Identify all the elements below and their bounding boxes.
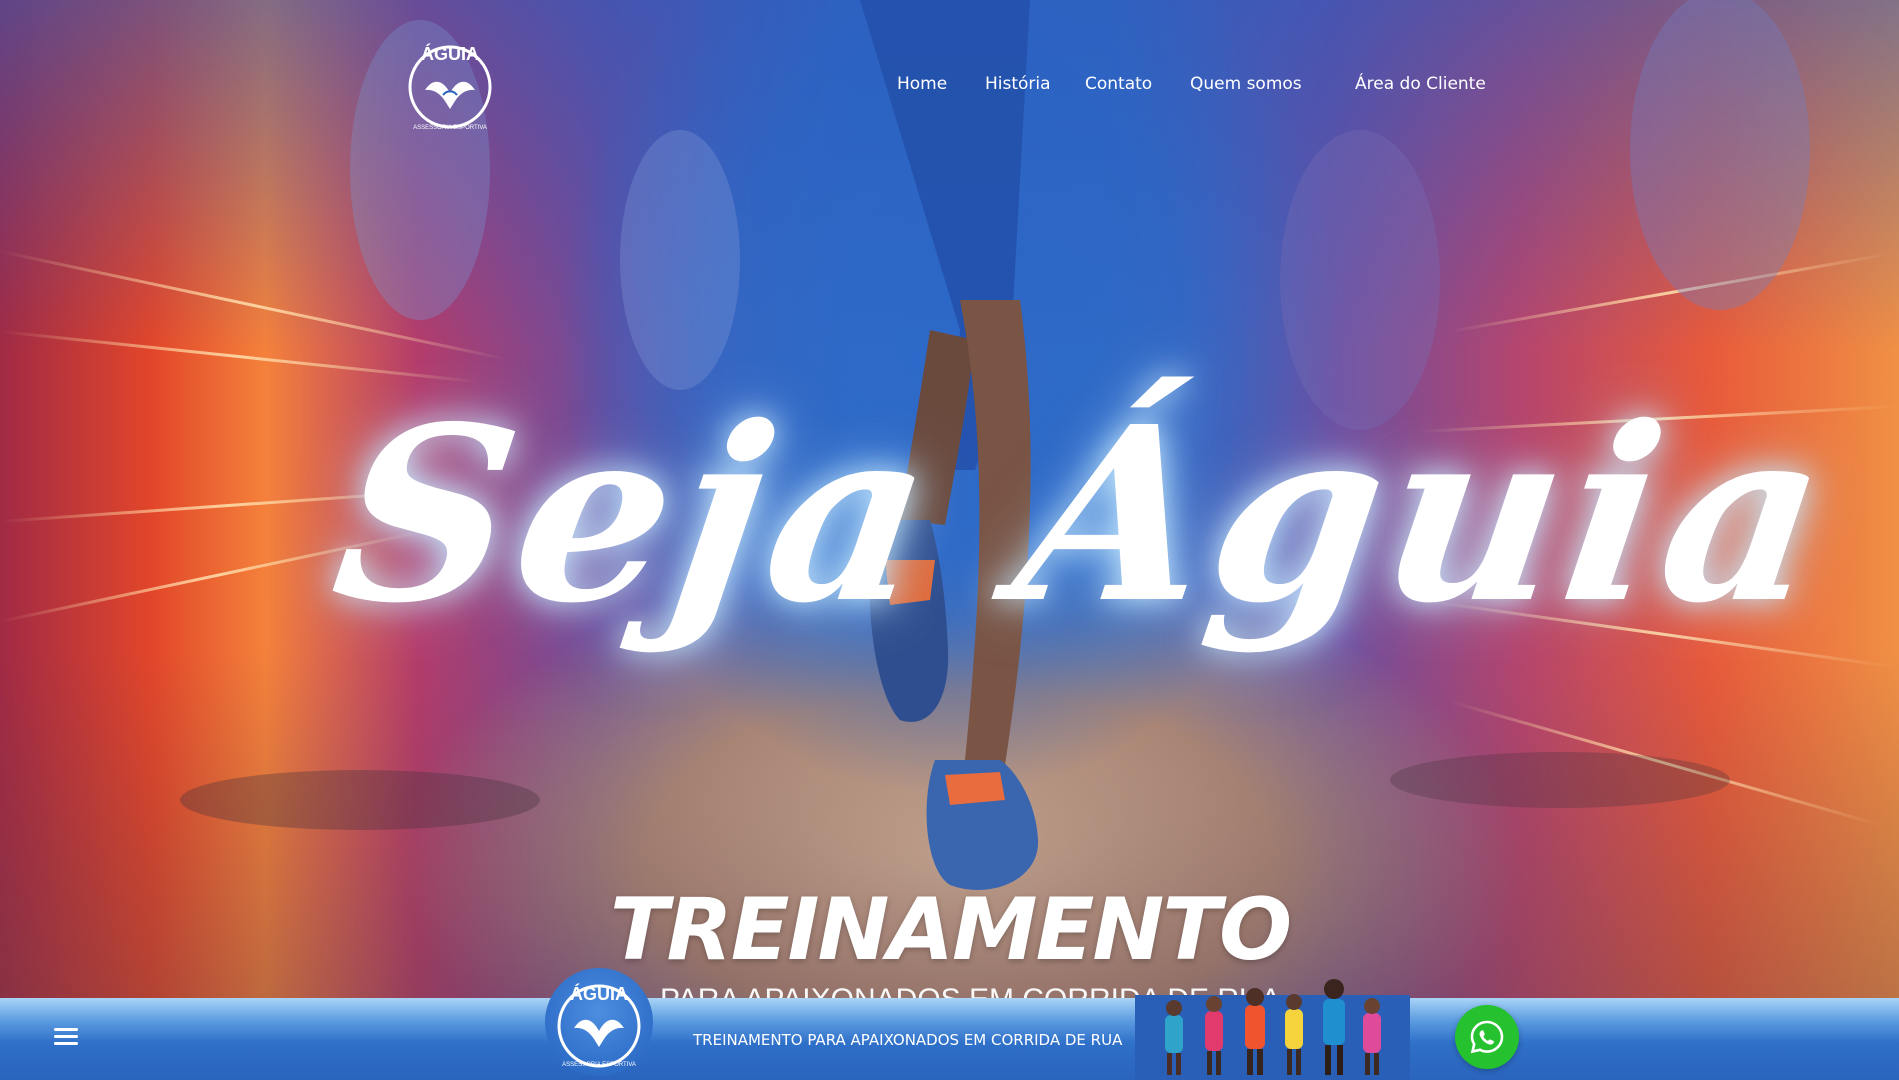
hamburger-menu-icon [54,1028,78,1031]
bottom-bar-text: TREINAMENTO PARA APAIXONADOS EM CORRIDA … [693,1031,1123,1049]
nav-contato-link[interactable]: Contato [1085,72,1152,96]
svg-text:ASSESSORIA ESPORTIVA: ASSESSORIA ESPORTIVA [413,125,487,131]
whatsapp-icon [1470,1020,1504,1054]
whatsapp-button[interactable] [1455,1005,1519,1069]
svg-text:ASSESSORIA ESPORTIVA: ASSESSORIA ESPORTIVA [562,1062,636,1068]
hamburger-menu-icon-line [54,1035,78,1038]
hamburger-menu-icon-line [54,1042,78,1045]
nav-quem-somos-link[interactable]: Quem somos [1190,72,1302,96]
nav-historia-link[interactable]: História [985,72,1051,96]
bottom-bar-logo[interactable]: ÁGUIA ASSESSORIA ESPORTIVA [545,968,653,1076]
hero-headline: Seja Águia [320,374,1847,656]
hero-subhead: TREINAMENTO [609,880,1292,980]
runners-illustration [1135,979,1410,1080]
hamburger-menu-button[interactable] [52,1024,80,1048]
svg-text:ÁGUIA: ÁGUIA [421,43,479,64]
main-nav: Home História Contato Quem somos Área do… [0,72,1899,102]
nav-home-link[interactable]: Home [897,72,947,96]
nav-area-do-cliente-link[interactable]: Área do Cliente [1355,72,1486,96]
eagle-logo-icon: ÁGUIA ASSESSORIA ESPORTIVA [557,983,641,1068]
svg-text:ÁGUIA: ÁGUIA [570,983,628,1004]
